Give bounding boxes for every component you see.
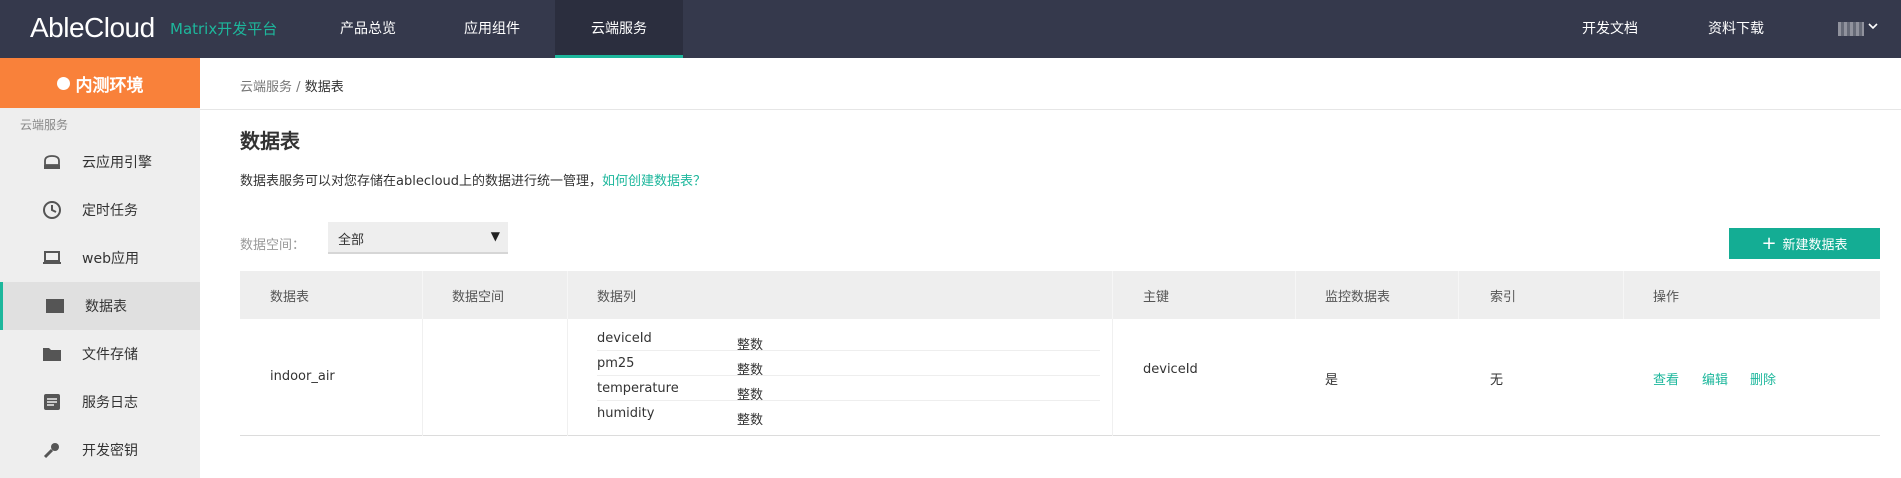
- sidebar-item-web-app[interactable]: web应用: [0, 234, 200, 282]
- column-divider: [567, 271, 568, 319]
- select-value: 全部: [338, 233, 365, 248]
- folder-icon: [42, 344, 62, 364]
- th-table: 数据表: [270, 290, 310, 305]
- log-icon: [42, 392, 62, 412]
- cell-monitor: 是: [1325, 373, 1339, 388]
- column-divider: [1112, 319, 1113, 436]
- list-item: humidity 整数: [597, 401, 1100, 428]
- sidebar-item-dev-keys[interactable]: 开发密钥: [0, 426, 200, 474]
- new-table-button[interactable]: + 新建数据表: [1729, 228, 1880, 259]
- column-name: temperature: [597, 381, 679, 396]
- column-divider: [567, 319, 568, 436]
- column-divider: [1112, 271, 1113, 319]
- sidebar-item-scheduled-tasks[interactable]: 定时任务: [0, 186, 200, 234]
- list-item: temperature 整数: [597, 376, 1100, 403]
- sidebar-item-label: 开发密钥: [82, 443, 138, 459]
- column-divider: [422, 319, 423, 436]
- sidebar-item-data-table[interactable]: 数据表: [0, 282, 200, 330]
- breadcrumb-parent[interactable]: 云端服务: [240, 80, 292, 95]
- cell-index: 无: [1490, 373, 1504, 388]
- sidebar-item-cloud-engine[interactable]: 云应用引擎: [0, 138, 200, 186]
- environment-label: 内测环境: [75, 75, 144, 96]
- delete-link[interactable]: 删除: [1750, 369, 1776, 388]
- filter-label: 数据空间：: [240, 238, 306, 253]
- data-space-select[interactable]: 全部 ▼: [328, 222, 508, 254]
- dot-icon: [56, 76, 70, 90]
- column-name: deviceId: [597, 331, 652, 346]
- edit-link[interactable]: 编辑: [1702, 369, 1728, 388]
- logo[interactable]: AbleCloud: [30, 12, 155, 44]
- nav-dev-docs[interactable]: 开发文档: [1570, 0, 1650, 58]
- column-type: 整数: [737, 413, 764, 428]
- sidebar-item-label: 数据表: [85, 299, 127, 315]
- th-data-space: 数据空间: [452, 290, 505, 305]
- th-actions: 操作: [1653, 290, 1680, 305]
- help-link[interactable]: 如何创建数据表？: [602, 174, 706, 189]
- clock-icon: [42, 200, 62, 220]
- nav-app-components[interactable]: 应用组件: [446, 0, 538, 58]
- column-divider: [1295, 271, 1296, 319]
- sidebar-item-label: 云应用引擎: [82, 155, 152, 171]
- cell-table-name: indoor_air: [270, 369, 335, 384]
- sidebar: 内测环境 云端服务 云应用引擎 定时任务 web应用 数据表 文件存储 服务日志…: [0, 58, 200, 478]
- environment-badge[interactable]: 内测环境: [0, 58, 200, 108]
- column-divider: [1458, 271, 1459, 319]
- sidebar-item-label: web应用: [82, 251, 139, 267]
- table-icon: [45, 296, 65, 316]
- list-item: pm25 整数: [597, 351, 1100, 378]
- page-title: 数据表: [240, 129, 300, 153]
- th-index: 索引: [1490, 290, 1517, 305]
- plus-icon: +: [1761, 232, 1777, 254]
- breadcrumb-current: 数据表: [304, 80, 344, 95]
- caret-down-icon: ▼: [490, 229, 500, 243]
- table-row: indoor_air deviceId 整数 pm25 整数 temperatu…: [240, 319, 1880, 436]
- breadcrumb-bar: 云端服务 / 数据表: [200, 58, 1901, 110]
- view-link[interactable]: 查看: [1653, 369, 1679, 388]
- platform-name: Matrix开发平台: [170, 20, 278, 38]
- table-header: 数据表 数据空间 数据列 主键 监控数据表 索引 操作: [240, 271, 1880, 319]
- breadcrumb-separator: /: [296, 80, 301, 95]
- sidebar-item-service-logs[interactable]: 服务日志: [0, 378, 200, 426]
- key-icon: [42, 440, 62, 460]
- new-table-label: 新建数据表: [1782, 238, 1848, 253]
- nav-product-overview[interactable]: 产品总览: [322, 0, 414, 58]
- breadcrumb: 云端服务 / 数据表: [240, 76, 344, 95]
- th-columns: 数据列: [597, 290, 637, 305]
- chevron-down-icon[interactable]: [1867, 20, 1879, 35]
- nav-cloud-services[interactable]: 云端服务: [555, 0, 683, 58]
- laptop-icon: [42, 248, 62, 268]
- column-divider: [422, 271, 423, 319]
- column-divider: [1623, 271, 1624, 319]
- user-avatar[interactable]: [1838, 22, 1864, 36]
- top-navbar: AbleCloud Matrix开发平台 产品总览 应用组件 云端服务 开发文档…: [0, 0, 1901, 58]
- column-name: humidity: [597, 406, 655, 421]
- column-name: pm25: [597, 356, 635, 371]
- sidebar-item-label: 文件存储: [82, 347, 138, 363]
- cloud-engine-icon: [42, 152, 62, 172]
- sidebar-item-label: 定时任务: [82, 203, 138, 219]
- sidebar-item-label: 服务日志: [82, 395, 138, 411]
- th-primary-key: 主键: [1143, 290, 1170, 305]
- cell-primary-key: deviceId: [1143, 362, 1198, 377]
- description-text: 数据表服务可以对您存储在ablecloud上的数据进行统一管理，: [240, 174, 603, 189]
- page-description: 数据表服务可以对您存储在ablecloud上的数据进行统一管理，如何创建数据表？: [240, 170, 706, 189]
- nav-downloads[interactable]: 资料下载: [1696, 0, 1776, 58]
- sidebar-item-file-storage[interactable]: 文件存储: [0, 330, 200, 378]
- sidebar-section-title: 云端服务: [20, 118, 69, 132]
- th-monitor: 监控数据表: [1325, 290, 1391, 305]
- list-item: deviceId 整数: [597, 326, 1100, 353]
